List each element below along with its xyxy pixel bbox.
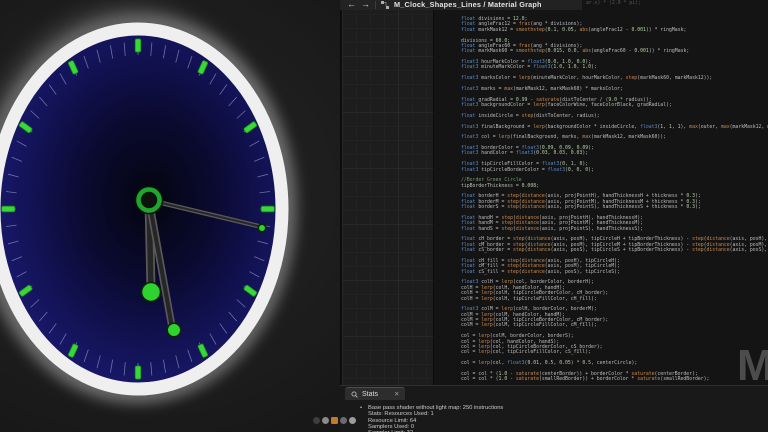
asset-title: M_Clock_Shapes_Lines / Material Graph [394,0,542,9]
dot-icon-4[interactable] [340,417,347,424]
hlsl-code-panel[interactable]: ar.x) * (2.0 * pi); ang = frac(ang + 0.5… [433,0,768,385]
code-line: float cS_border = step(distance(axis, po… [461,248,768,253]
back-button[interactable]: ← [347,0,356,9]
search-icon [351,391,358,398]
hour-hand-tip [142,283,161,302]
clock-preview [0,0,345,432]
code-line: float3 finalBackground = lerp(background… [461,125,768,130]
dot-icon-5[interactable] [349,417,356,424]
close-icon[interactable]: ✕ [394,390,399,398]
stats-panel: Stats ✕ •Base pass shader without light … [340,385,768,432]
dot-icon-2[interactable] [322,417,329,424]
second-hand-tip [258,224,266,232]
orange-swatch-icon[interactable] [331,417,338,424]
toolbar: ← → M_Clock_Shapes_Lines / Material Grap… [340,0,582,10]
material-preview-viewport[interactable] [0,0,345,432]
dot-icon-1[interactable] [313,417,320,424]
mini-icons-row [313,417,356,424]
code-line: col = col * (1.0 - saturate(smallRedBord… [461,377,768,382]
code-lines: ang = frac(ang + 0.5); float divisions =… [461,6,768,382]
toolbar-divider [375,1,376,9]
stats-tab-label: Stats [362,391,378,398]
material-graph-canvas[interactable] [340,0,433,385]
forward-button[interactable]: → [361,0,370,9]
watermark-letter: M [737,344,768,388]
graph-icon [381,1,389,9]
tab-stats[interactable]: Stats ✕ [345,387,405,400]
stats-lines: •Base pass shader without light map: 250… [340,405,768,432]
minute-hand-tip [167,323,181,337]
hour-mark [2,206,15,212]
hour-mark [135,366,141,379]
hour-mark [135,39,141,52]
code-partial-line: ar.x) * (2.0 * pi); [586,1,641,6]
clock-center-hub [139,190,160,211]
hour-mark [261,206,274,212]
